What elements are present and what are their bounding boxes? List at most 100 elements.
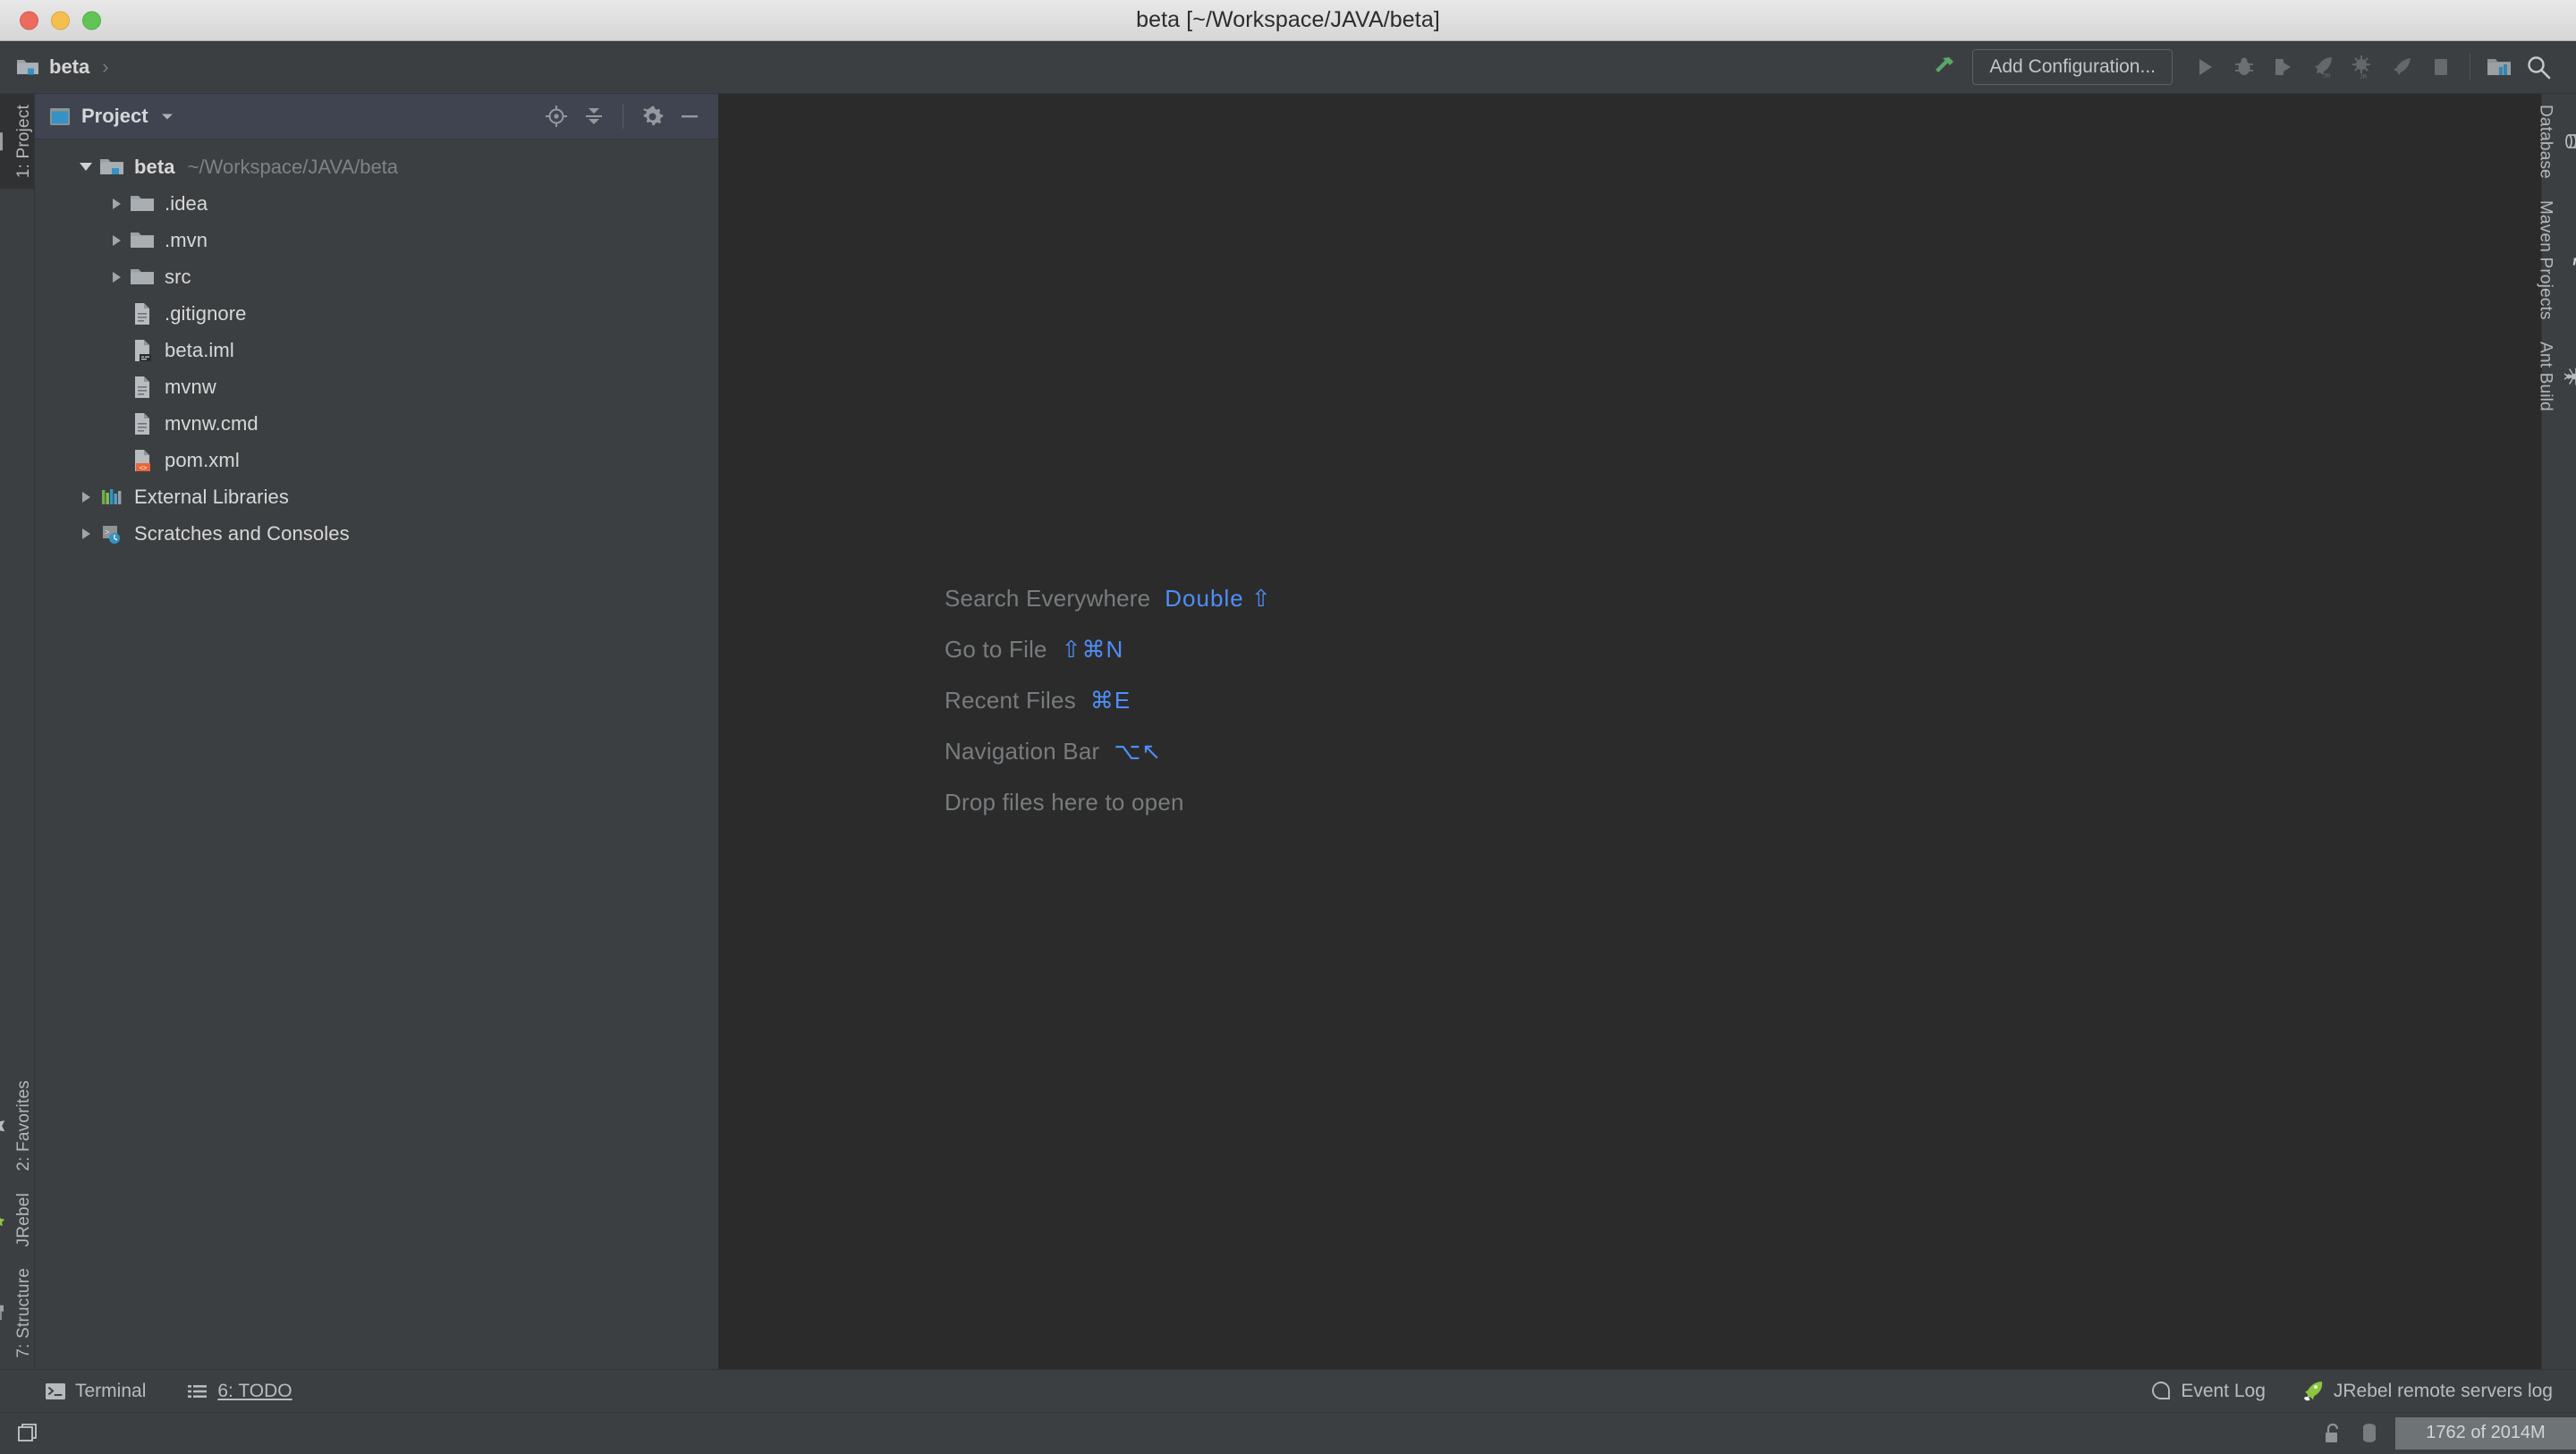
- jrebel-rocket-icon: [0, 1209, 5, 1230]
- maven-m-icon: m: [2564, 250, 2576, 270]
- intellij-window: beta [~/Workspace/JAVA/beta] beta › Add …: [0, 0, 2576, 1454]
- tree-node-src[interactable]: src: [35, 258, 718, 295]
- debug-icon[interactable]: [2224, 47, 2264, 87]
- hint-recent-files: Recent Files ⌘E: [945, 687, 2541, 714]
- tree-node-beta-iml[interactable]: beta.iml: [35, 332, 718, 368]
- project-view-icon: [49, 107, 71, 126]
- sidebar-item-favorites[interactable]: 2: Favorites: [0, 1069, 34, 1182]
- hide-icon[interactable]: [672, 98, 708, 134]
- chevron-right-icon[interactable]: [74, 528, 97, 539]
- todo-list-icon: [187, 1382, 208, 1400]
- tree-node-label: .mvn: [165, 228, 208, 251]
- svg-text:JR: JR: [2360, 74, 2368, 80]
- sidebar-item-database[interactable]: Database: [2536, 94, 2576, 190]
- collapse-all-icon[interactable]: [576, 98, 612, 134]
- chevron-right-icon[interactable]: [74, 491, 97, 503]
- sidebar-item-jrebel[interactable]: JRebel: [0, 1182, 34, 1257]
- hint-shortcut: Double ⇧: [1165, 584, 1272, 612]
- chevron-right-icon[interactable]: [105, 234, 128, 246]
- database-icon: [2564, 131, 2576, 151]
- editor-area[interactable]: Search Everywhere Double ⇧ Go to File ⇧⌘…: [719, 94, 2541, 1369]
- sidebar-item-project[interactable]: 1: Project: [0, 94, 34, 190]
- sidebar-item-label: JRebel: [14, 1193, 33, 1247]
- left-tool-strip: 1: Project 2: Favorites JRebel 7: Struct…: [0, 94, 35, 1369]
- project-panel-title-group[interactable]: Project: [49, 105, 175, 128]
- tree-node-beta[interactable]: beta ~/Workspace/JAVA/beta: [35, 148, 718, 185]
- breadcrumb-separator: ›: [102, 55, 109, 78]
- stop-icon[interactable]: [2421, 47, 2461, 87]
- run-icon[interactable]: [2185, 47, 2224, 87]
- traffic-lights: [20, 11, 101, 30]
- bottom-tab-jrebel-remote-servers-log[interactable]: JRebel remote servers log: [2300, 1380, 2553, 1403]
- chevron-down-icon[interactable]: [74, 163, 97, 171]
- tree-node-external-libraries[interactable]: External Libraries: [35, 478, 718, 515]
- locate-icon[interactable]: [538, 98, 574, 134]
- chevron-right-icon[interactable]: [105, 198, 128, 209]
- tree-node-label: .idea: [165, 191, 208, 215]
- tree-node-pom-xml[interactable]: <> pom.xml: [35, 442, 718, 478]
- tree-node-mvn[interactable]: .mvn: [35, 222, 718, 258]
- memory-indicator[interactable]: 1762 of 2014M: [2395, 1417, 2576, 1450]
- tree-node-mvnw-cmd[interactable]: mvnw.cmd: [35, 405, 718, 442]
- minimize-window-button[interactable]: [51, 11, 70, 30]
- sidebar-item-label: Maven Projects: [2536, 199, 2555, 320]
- sidebar-item-ant-build[interactable]: Ant Build: [2536, 331, 2576, 422]
- tree-node-label: src: [165, 265, 191, 288]
- toolbar-actions: Add Configuration... JR JR: [1924, 47, 2576, 87]
- project-tool-window: Project beta ~/Workspace/JAVA/beta .idea…: [35, 94, 719, 1369]
- bottom-tab-label: Terminal: [75, 1380, 147, 1401]
- search-icon[interactable]: [2519, 47, 2558, 87]
- page-title: Project: [81, 105, 148, 127]
- toggle-toolwindows-icon[interactable]: [16, 1422, 39, 1445]
- hint-go-to-file: Go to File ⇧⌘N: [945, 636, 2541, 664]
- sidebar-item-label: 7: Structure: [14, 1268, 33, 1358]
- add-configuration-button[interactable]: Add Configuration...: [1972, 49, 2173, 85]
- jrebel-profile-icon[interactable]: [2382, 47, 2421, 87]
- star-icon: [0, 1116, 6, 1136]
- hint-action-label: Navigation Bar: [945, 737, 1100, 765]
- database-status-icon[interactable]: [2360, 1422, 2379, 1445]
- jrebel-run-icon[interactable]: JR: [2303, 47, 2343, 87]
- project-folder-icon: [97, 156, 126, 177]
- bottom-tab-terminal[interactable]: Terminal: [45, 1381, 146, 1402]
- hint-action-label: Search Everywhere: [945, 584, 1151, 612]
- bottom-right-tabs: Event Log JRebel remote servers log: [2150, 1380, 2576, 1403]
- tree-node-label: .gitignore: [165, 301, 247, 325]
- event-log-icon: [2150, 1381, 2172, 1402]
- project-folder-icon: [16, 57, 39, 77]
- search-everywhere-project-icon[interactable]: [2479, 47, 2519, 87]
- close-window-button[interactable]: [20, 11, 38, 30]
- chevron-down-icon[interactable]: [159, 111, 175, 122]
- sidebar-item-label: Database: [2536, 105, 2555, 179]
- breadcrumb: beta ›: [0, 55, 109, 79]
- jrebel-debug-icon[interactable]: JR: [2343, 47, 2382, 87]
- folder-icon: [128, 230, 157, 250]
- folder-icon: [128, 193, 157, 214]
- chevron-right-icon[interactable]: [105, 271, 128, 283]
- unlocked-icon[interactable]: [2322, 1422, 2343, 1445]
- navigation-toolbar: beta › Add Configuration... JR JR: [0, 41, 2576, 94]
- project-folder-icon: [0, 131, 4, 151]
- svg-text:>: >: [105, 528, 109, 537]
- run-with-coverage-icon[interactable]: [2264, 47, 2303, 87]
- breadcrumb-item-project[interactable]: beta: [16, 55, 89, 79]
- sidebar-item-label: 1: Project: [14, 105, 33, 179]
- bottom-tab-todo[interactable]: 6: TODO: [187, 1381, 292, 1402]
- project-tree[interactable]: beta ~/Workspace/JAVA/beta .idea .mvn sr…: [35, 139, 718, 1369]
- structure-icon: [0, 1304, 5, 1323]
- sidebar-item-structure[interactable]: 7: Structure: [0, 1257, 34, 1369]
- bottom-tab-event-log[interactable]: Event Log: [2150, 1381, 2266, 1402]
- svg-text:m: m: [2572, 251, 2576, 268]
- sidebar-item-maven-projects[interactable]: m Maven Projects: [2536, 190, 2576, 331]
- tree-node-idea[interactable]: .idea: [35, 185, 718, 222]
- tree-node-mvnw[interactable]: mvnw: [35, 368, 718, 405]
- zoom-window-button[interactable]: [82, 11, 101, 30]
- status-bar-left: [7, 1422, 39, 1445]
- tree-node-gitignore[interactable]: .gitignore: [35, 295, 718, 332]
- tree-node-scratches-and-consoles[interactable]: > Scratches and Consoles: [35, 515, 718, 552]
- tree-node-label: beta.iml: [165, 338, 234, 361]
- hammer-icon[interactable]: [1924, 47, 1963, 87]
- gear-icon[interactable]: [634, 98, 670, 134]
- hint-shortcut: ⌥↖: [1114, 737, 1163, 765]
- terminal-icon: [45, 1382, 66, 1400]
